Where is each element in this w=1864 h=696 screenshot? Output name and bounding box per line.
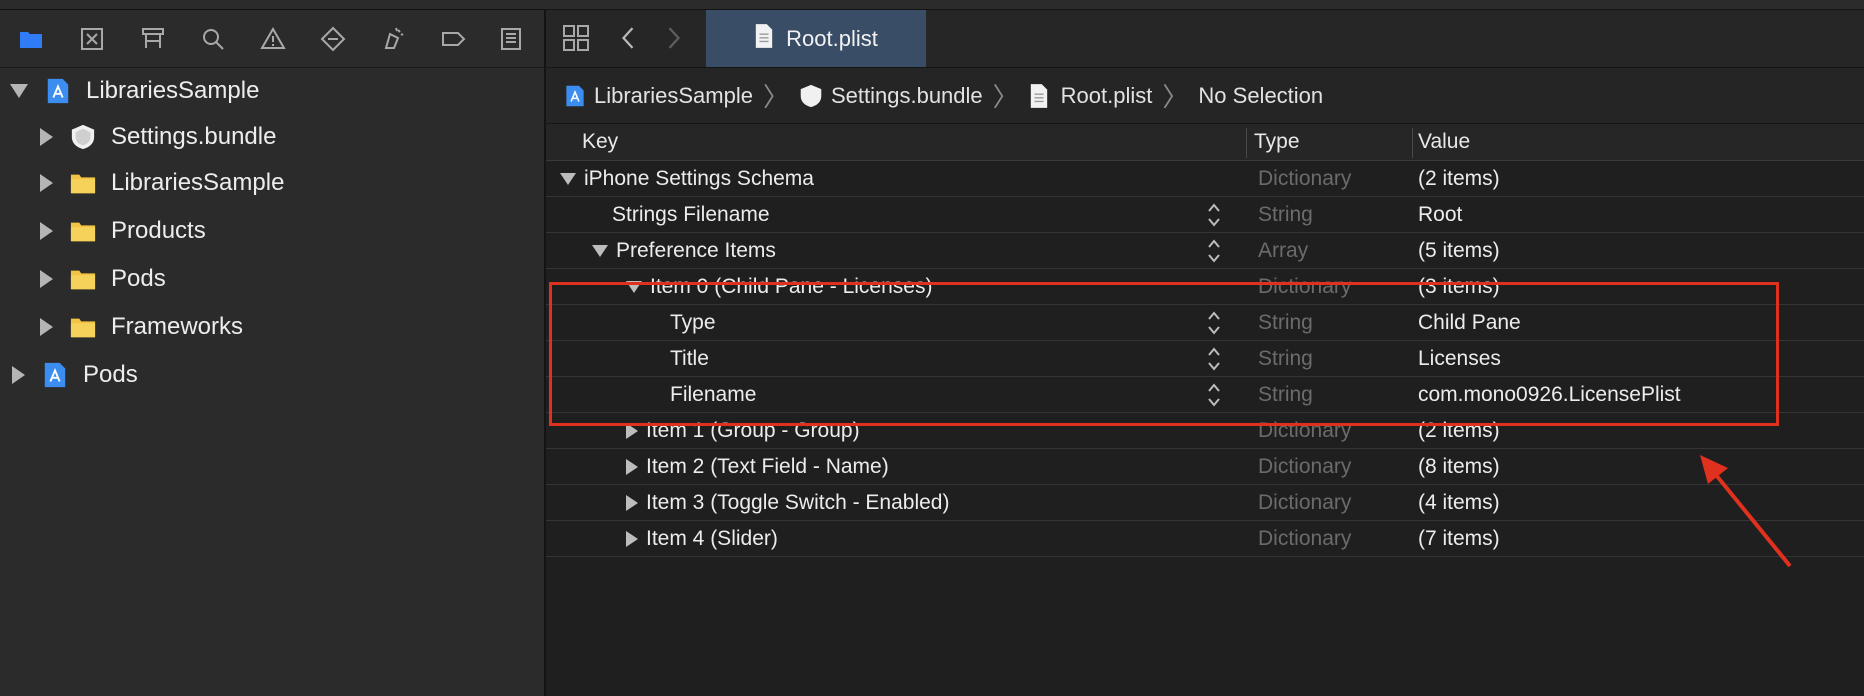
annotation-arrow bbox=[1700, 455, 1792, 568]
